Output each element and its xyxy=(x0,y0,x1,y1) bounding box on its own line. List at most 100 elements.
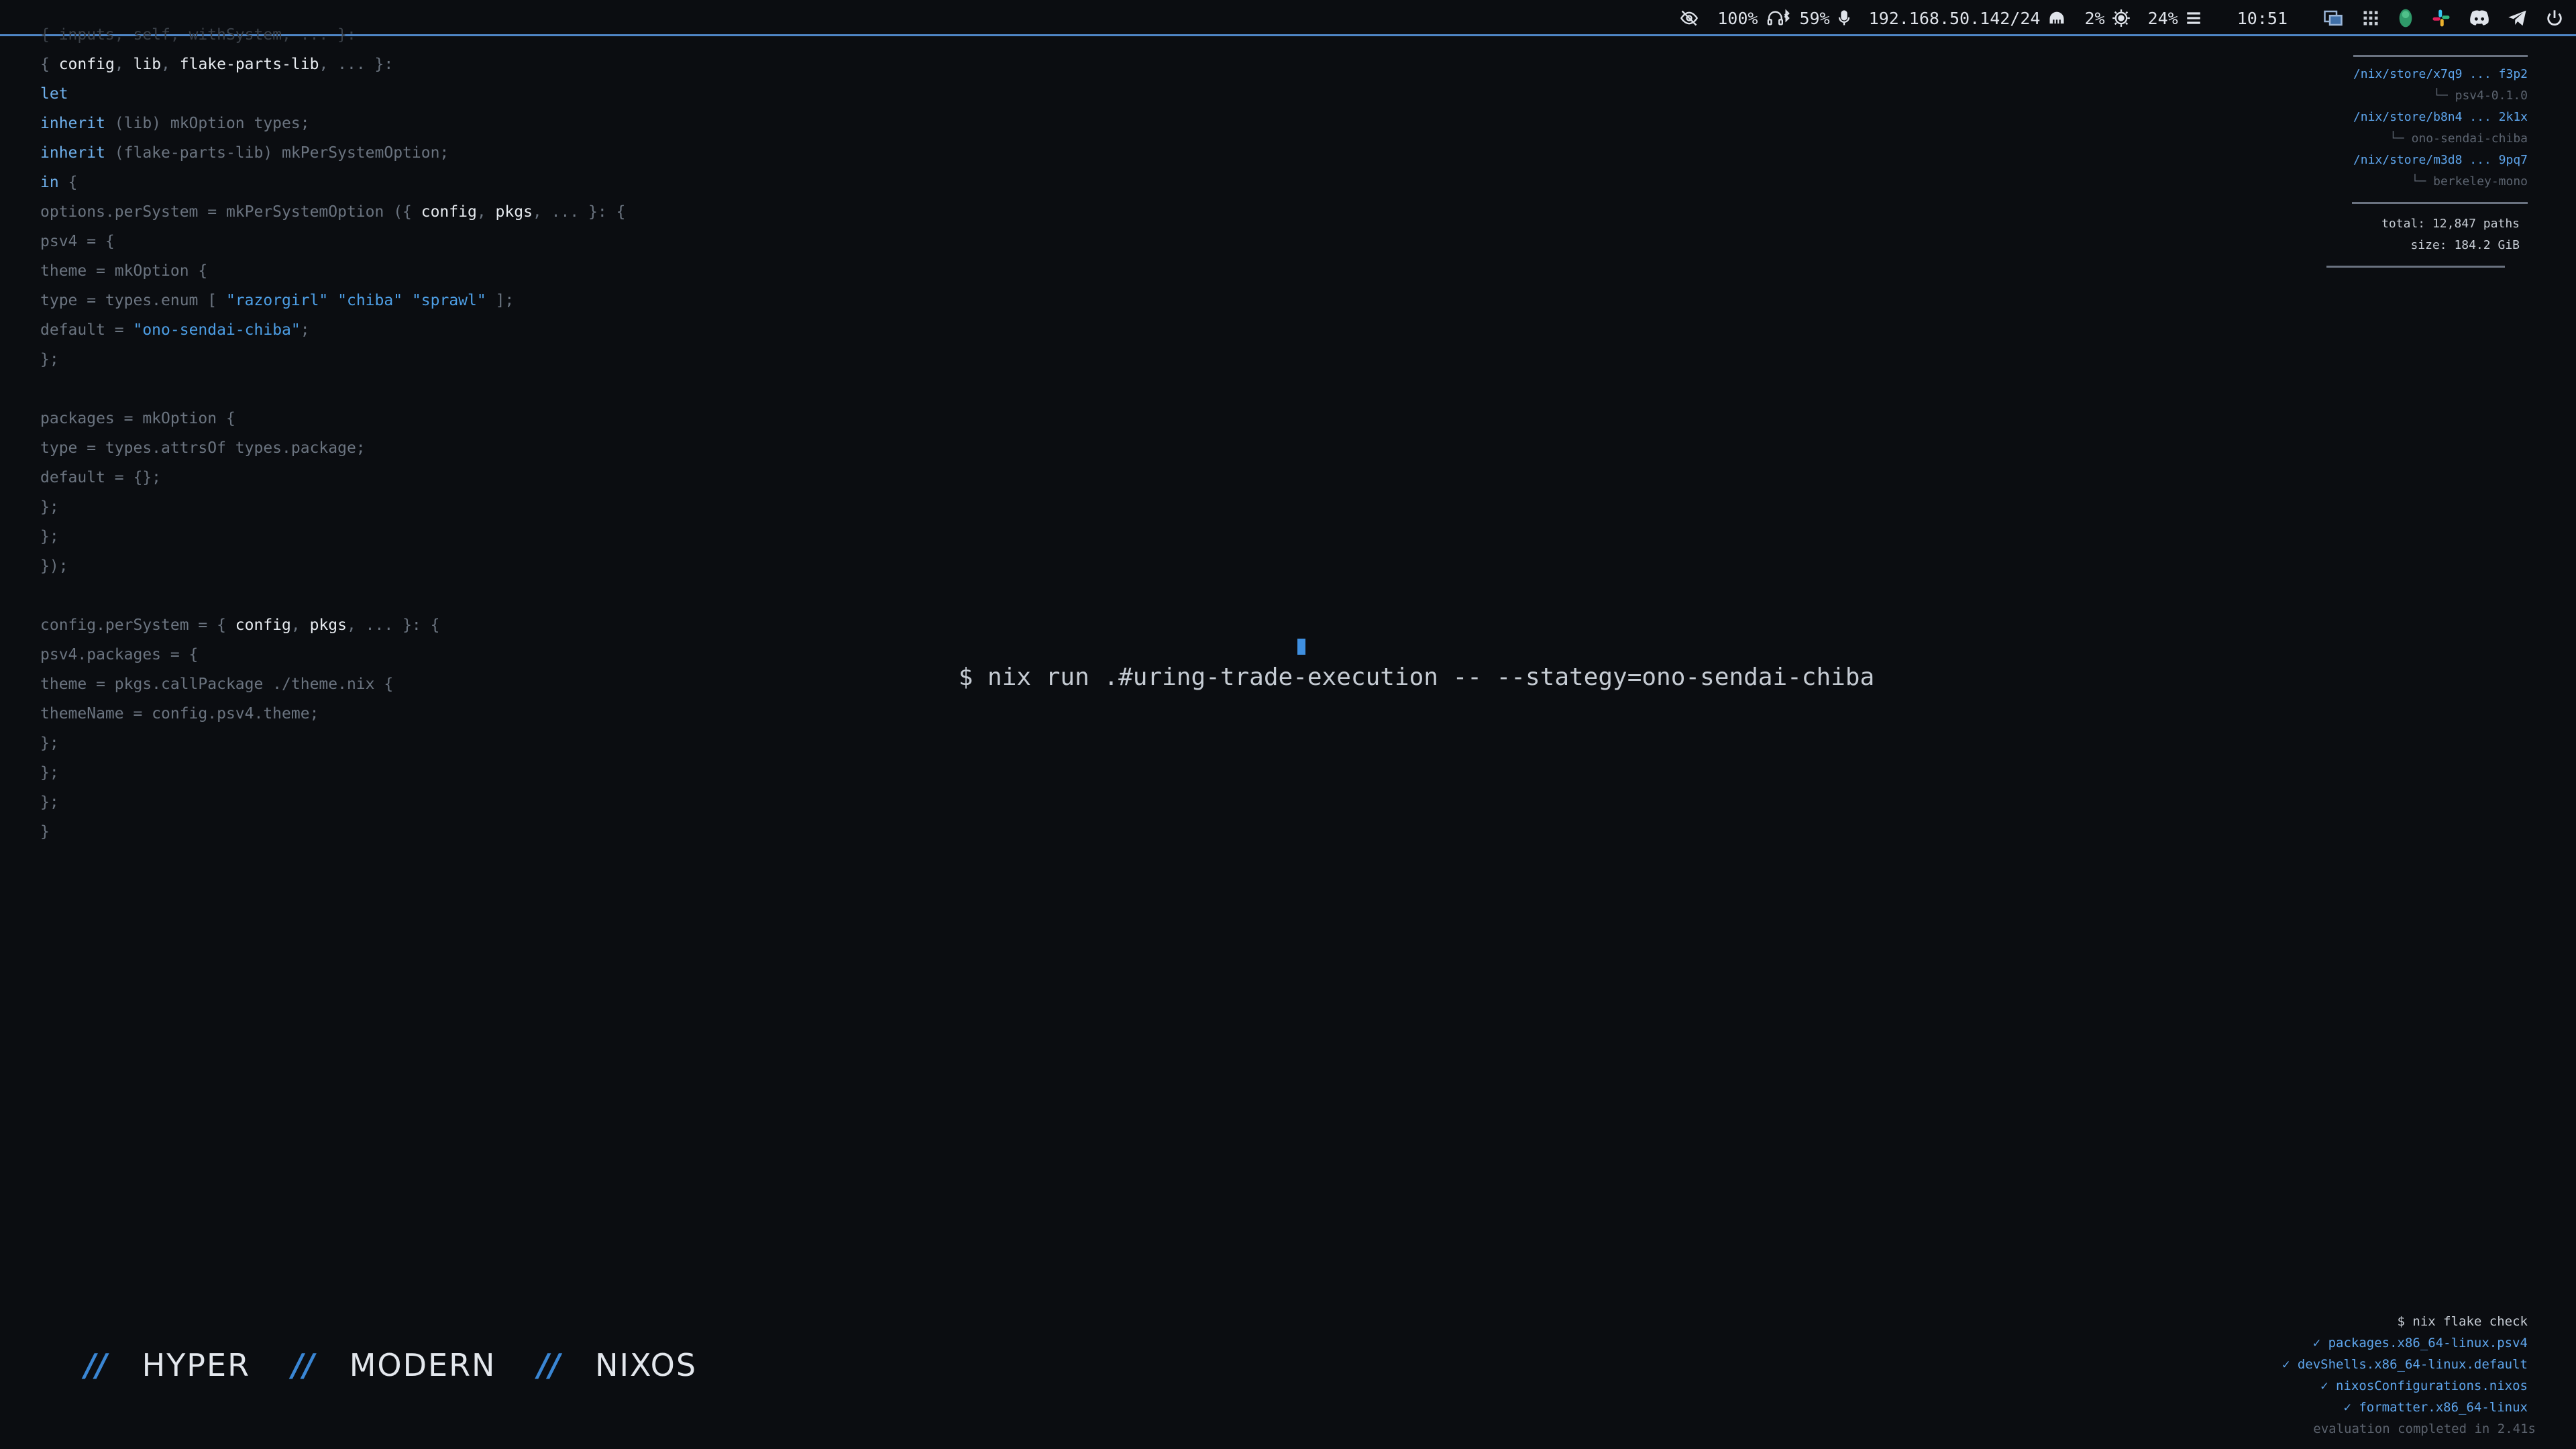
code-token: , ... }: { xyxy=(346,616,440,634)
grid-apps-icon[interactable] xyxy=(2361,9,2380,28)
code-token: config.perSystem = { xyxy=(40,616,235,634)
code-line: config.perSystem = { config, pkgs, ... }… xyxy=(40,610,625,640)
code-line: }; xyxy=(40,788,625,817)
code-line: }; xyxy=(40,345,625,374)
store-path: /nix/store/b8n4 ... 2k1x xyxy=(2353,110,2528,124)
code-line: default = {}; xyxy=(40,463,625,492)
power-icon[interactable] xyxy=(2545,9,2564,28)
memory-icon[interactable] xyxy=(2185,9,2202,28)
code-token: }; xyxy=(40,351,59,368)
code-token: type = types.enum [ xyxy=(40,292,226,309)
code-token: options.perSystem = mkPerSystemOption ({ xyxy=(40,203,421,221)
status-shield-icon[interactable] xyxy=(2398,7,2414,29)
code-token: in xyxy=(40,174,59,191)
code-token: let xyxy=(40,85,68,103)
code-line: let xyxy=(40,79,625,109)
code-token: default = {}; xyxy=(40,469,162,486)
memory-usage[interactable]: 24% xyxy=(2148,9,2178,28)
code-token: }; xyxy=(40,498,59,516)
brand-word-modern: MODERN xyxy=(349,1347,496,1383)
store-path: /nix/store/m3d8 ... 9pq7 xyxy=(2353,153,2528,167)
code-line: in { xyxy=(40,168,625,197)
code-token: }; xyxy=(40,528,59,545)
code-line: type = types.attrsOf types.package; xyxy=(40,433,625,463)
brand-word-nixos: NIXOS xyxy=(595,1347,698,1383)
code-line: }); xyxy=(40,551,625,581)
terminal-command[interactable]: $ nix run .#uring-trade-execution -- --s… xyxy=(900,625,1874,765)
code-token: inherit xyxy=(40,144,105,162)
code-line: psv4 = { xyxy=(40,227,625,256)
volume-level[interactable]: 100% xyxy=(1717,9,1758,28)
code-token: } xyxy=(40,823,50,841)
code-line: themeName = config.psv4.theme; xyxy=(40,699,625,729)
code-line: }; xyxy=(40,492,625,522)
code-token: ]; xyxy=(486,292,515,309)
nix-store-panel: /nix/store/x7q9 ... f3p2 └─ psv4-0.1.0/ni… xyxy=(2326,55,2528,274)
code-line: theme = pkgs.callPackage ./theme.nix { xyxy=(40,669,625,699)
code-line: theme = mkOption { xyxy=(40,256,625,286)
code-token: theme = pkgs.callPackage ./theme.nix { xyxy=(40,676,394,693)
code-line: psv4.packages = { xyxy=(40,640,625,669)
brand-word-hyper: HYPER xyxy=(142,1347,251,1383)
cpu-usage[interactable]: 2% xyxy=(2084,9,2104,28)
ethernet-icon[interactable] xyxy=(2047,9,2067,28)
code-token: config xyxy=(58,56,115,73)
code-editor[interactable]: { inputs, self, withSystem, ... }: { conf… xyxy=(40,20,625,847)
code-token: , xyxy=(114,56,133,73)
code-token: lib xyxy=(133,56,162,73)
command-text: $ nix run .#uring-trade-execution -- --s… xyxy=(958,663,1875,691)
discord-icon[interactable] xyxy=(2469,9,2490,28)
code-token: (lib) mkOption types; xyxy=(105,115,310,132)
check-command: $ nix flake check xyxy=(2397,1314,2528,1329)
code-token: "razorgirl" xyxy=(225,292,329,309)
flake-check-panel: $ nix flake check ✓ packages.x86_64-linu… xyxy=(2282,1311,2536,1440)
code-token: "ono-sendai-chiba" xyxy=(133,321,301,339)
code-line: { inputs, self, withSystem, ... }: xyxy=(40,20,625,50)
store-package: └─ ono-sendai-chiba xyxy=(2390,131,2528,146)
code-token: config xyxy=(235,616,291,634)
brand-slash: // xyxy=(85,1347,107,1383)
code-line: }; xyxy=(40,758,625,788)
microphone-icon[interactable] xyxy=(1837,9,1851,28)
brand-slash: // xyxy=(537,1347,561,1383)
code-token: }; xyxy=(40,735,59,752)
code-token: { inputs, self, withSystem, ... }: xyxy=(40,26,356,44)
code-token: }; xyxy=(40,764,59,782)
mic-level[interactable]: 59% xyxy=(1799,9,1829,28)
divider xyxy=(2326,266,2505,268)
divider xyxy=(2352,202,2528,204)
clock[interactable]: 10:51 xyxy=(2237,9,2288,28)
eye-off-icon[interactable] xyxy=(1678,9,1700,28)
code-token: pkgs xyxy=(309,616,347,634)
code-token: themeName = config.psv4.theme; xyxy=(40,705,319,722)
code-token: , xyxy=(161,56,180,73)
headset-bluetooth-icon[interactable] xyxy=(1764,9,1792,28)
code-line: } xyxy=(40,817,625,847)
system-tray: 100% 59% 192.168.50.142/24 2% 24% 10:51 xyxy=(1678,4,2564,32)
text-cursor xyxy=(1297,639,1305,655)
code-token: "chiba" xyxy=(337,292,403,309)
code-token: , ... }: { xyxy=(532,203,626,221)
code-token: psv4.packages = { xyxy=(40,646,199,663)
code-token: inherit xyxy=(40,115,105,132)
code-token: default = xyxy=(40,321,133,339)
code-line: inherit (lib) mkOption types; xyxy=(40,109,625,138)
slack-icon[interactable] xyxy=(2431,8,2451,28)
window-switcher-icon[interactable] xyxy=(2322,8,2344,28)
ip-address[interactable]: 192.168.50.142/24 xyxy=(1869,9,2041,28)
cpu-icon[interactable] xyxy=(2112,9,2131,28)
store-package: └─ psv4-0.1.0 xyxy=(2433,89,2528,103)
code-line: default = "ono-sendai-chiba"; xyxy=(40,315,625,345)
telegram-icon[interactable] xyxy=(2508,9,2528,28)
check-result: ✓ packages.x86_64-linux.psv4 xyxy=(2312,1336,2528,1350)
divider xyxy=(2353,55,2528,57)
check-result: ✓ devShells.x86_64-linux.default xyxy=(2282,1357,2528,1372)
code-line: inherit (flake-parts-lib) mkPerSystemOpt… xyxy=(40,138,625,168)
code-token: ; xyxy=(300,321,310,339)
code-line: { config, lib, flake-parts-lib, ... }: xyxy=(40,50,625,79)
code-token: , xyxy=(476,203,496,221)
